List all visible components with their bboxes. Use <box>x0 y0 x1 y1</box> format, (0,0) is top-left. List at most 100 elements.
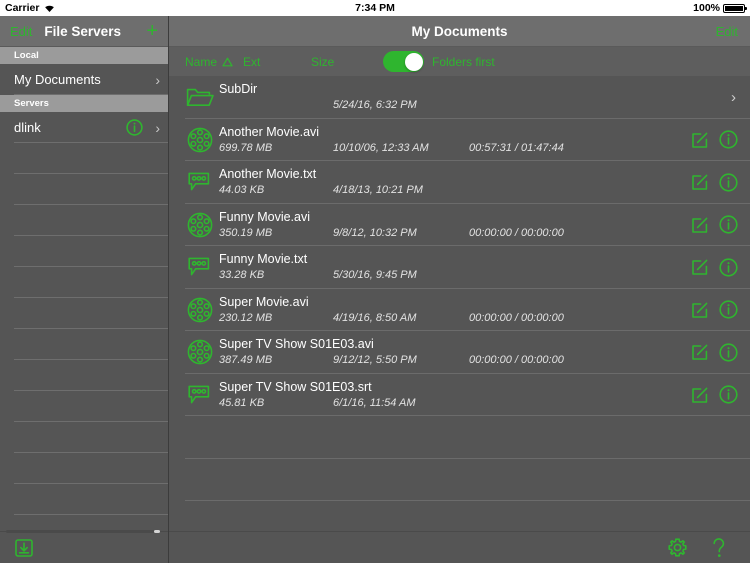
folders-first-toggle[interactable] <box>383 51 424 72</box>
app-root: Edit File Servers + Local My Documents ›… <box>0 16 750 563</box>
file-date: 5/30/16, 9:45 PM <box>333 269 417 282</box>
sidebar-list: Local My Documents › Servers dlink › <box>0 47 168 531</box>
file-list-empty-rows <box>169 416 750 531</box>
info-circle-icon[interactable] <box>126 119 144 136</box>
table-row[interactable]: Funny Movie.txt 33.28 KB 5/30/16, 9:45 P… <box>169 246 750 289</box>
file-size: 350.19 MB <box>219 226 273 239</box>
table-row[interactable]: Another Movie.avi 699.78 MB 10/10/06, 12… <box>169 119 750 162</box>
file-meta: 387.49 MB 9/12/12, 5:50 PM 00:00:00 / 00… <box>219 352 691 368</box>
edit-square-icon[interactable] <box>691 216 709 234</box>
sidebar-navbar: Edit File Servers + <box>0 16 168 47</box>
info-circle-icon[interactable] <box>719 215 738 234</box>
sidebar-empty-row <box>0 422 168 453</box>
info-circle-icon[interactable] <box>719 300 738 319</box>
status-bar-time: 7:34 PM <box>355 2 395 14</box>
sidebar-item-dlink[interactable]: dlink › <box>0 112 168 143</box>
info-circle-icon[interactable] <box>719 385 738 404</box>
page-title: My Documents <box>411 23 508 39</box>
table-row[interactable]: Funny Movie.avi 350.19 MB 9/8/12, 10:32 … <box>169 204 750 247</box>
file-duration: 00:00:00 / 00:00:00 <box>469 311 564 324</box>
file-size: 230.12 MB <box>219 311 273 324</box>
file-date: 9/12/12, 5:50 PM <box>333 354 417 367</box>
table-row[interactable]: SubDir 5/24/16, 6:32 PM › <box>169 76 750 119</box>
file-row-text: Super TV Show S01E03.srt 45.81 KB 6/1/16… <box>215 374 691 417</box>
subtitle-bubble-icon <box>185 256 215 278</box>
chevron-right-icon[interactable]: › <box>731 89 738 106</box>
file-meta: 230.12 MB 4/19/16, 8:50 AM 00:00:00 / 00… <box>219 310 691 326</box>
sort-by-ext-button[interactable]: Ext <box>243 55 311 69</box>
file-meta: 44.03 KB 4/18/13, 10:21 PM <box>219 182 691 198</box>
file-meta: 45.81 KB 6/1/16, 11:54 AM <box>219 395 691 411</box>
info-circle-icon[interactable] <box>719 173 738 192</box>
sidebar-empty-row <box>0 391 168 422</box>
sidebar-toolbar <box>0 531 168 563</box>
file-meta: 33.28 KB 5/30/16, 9:45 PM <box>219 267 691 283</box>
sidebar-edit-button[interactable]: Edit <box>10 24 32 39</box>
sidebar-item-label: dlink <box>14 120 41 135</box>
edit-square-icon[interactable] <box>691 173 709 191</box>
main-edit-button[interactable]: Edit <box>716 24 738 39</box>
sort-by-size-button[interactable]: Size <box>311 55 383 69</box>
info-circle-icon[interactable] <box>719 343 738 362</box>
table-row[interactable]: Super Movie.avi 230.12 MB 4/19/16, 8:50 … <box>169 289 750 332</box>
info-circle-icon[interactable] <box>719 258 738 277</box>
file-name: SubDir <box>219 82 258 97</box>
file-name: Another Movie.txt <box>219 167 317 182</box>
sidebar-empty-row <box>0 298 168 329</box>
file-empty-row <box>169 501 750 531</box>
file-row-text: SubDir 5/24/16, 6:32 PM <box>215 76 731 119</box>
film-reel-icon <box>185 297 215 323</box>
download-icon[interactable] <box>14 538 34 558</box>
sort-toolbar: Name Ext Size Folders first <box>169 47 750 76</box>
file-row-text: Super Movie.avi 230.12 MB 4/19/16, 8:50 … <box>215 289 691 332</box>
sidebar-section-header-servers: Servers <box>0 95 168 112</box>
chevron-right-icon: › <box>155 71 160 88</box>
table-row[interactable]: Super TV Show S01E03.avi 387.49 MB 9/12/… <box>169 331 750 374</box>
file-empty-row <box>169 459 750 502</box>
gear-icon[interactable] <box>667 537 688 558</box>
edit-square-icon[interactable] <box>691 131 709 149</box>
folders-first-label: Folders first <box>432 54 495 69</box>
file-size: 45.81 KB <box>219 396 265 409</box>
sidebar-empty-row <box>0 360 168 391</box>
file-row-text: Super TV Show S01E03.avi 387.49 MB 9/12/… <box>215 331 691 374</box>
sidebar-section-header-local: Local <box>0 47 168 64</box>
file-name: Another Movie.avi <box>219 124 320 139</box>
battery-percent-label: 100% <box>693 2 720 14</box>
file-size: 699.78 MB <box>219 141 273 154</box>
file-meta: 350.19 MB 9/8/12, 10:32 PM 00:00:00 / 00… <box>219 225 691 241</box>
file-name: Funny Movie.avi <box>219 209 311 224</box>
edit-square-icon[interactable] <box>691 301 709 319</box>
file-empty-row <box>169 416 750 459</box>
edit-square-icon[interactable] <box>691 258 709 276</box>
subtitle-bubble-icon <box>185 171 215 193</box>
status-bar-right: 100% <box>693 2 747 14</box>
file-date: 10/10/06, 12:33 AM <box>333 141 429 154</box>
edit-square-icon[interactable] <box>691 386 709 404</box>
film-reel-icon <box>185 127 215 153</box>
status-bar: Carrier 7:34 PM 100% <box>0 0 750 16</box>
battery-full-icon <box>723 3 747 13</box>
main-panel: My Documents Edit Name Ext Size Folders … <box>169 16 750 563</box>
sidebar-item-label: My Documents <box>14 72 101 87</box>
file-date: 9/8/12, 10:32 PM <box>333 226 417 239</box>
file-row-text: Funny Movie.txt 33.28 KB 5/30/16, 9:45 P… <box>215 246 691 289</box>
file-date: 6/1/16, 11:54 AM <box>333 396 416 409</box>
file-row-actions <box>691 385 738 404</box>
file-list: SubDir 5/24/16, 6:32 PM › Another Movie.… <box>169 76 750 531</box>
sort-size-label: Size <box>311 54 335 69</box>
sidebar-scrollbar[interactable] <box>6 530 160 533</box>
sidebar-empty-rows <box>0 143 168 515</box>
file-size: 33.28 KB <box>219 269 265 282</box>
plus-icon[interactable]: + <box>146 21 158 41</box>
sidebar-item-my-documents[interactable]: My Documents › <box>0 64 168 95</box>
table-row[interactable]: Super TV Show S01E03.srt 45.81 KB 6/1/16… <box>169 374 750 417</box>
file-row-actions <box>691 173 738 192</box>
file-date: 5/24/16, 6:32 PM <box>333 99 417 112</box>
edit-square-icon[interactable] <box>691 343 709 361</box>
question-mark-icon[interactable] <box>710 537 728 559</box>
sidebar-empty-row <box>0 174 168 205</box>
info-circle-icon[interactable] <box>719 130 738 149</box>
sort-by-name-button[interactable]: Name <box>185 55 243 69</box>
table-row[interactable]: Another Movie.txt 44.03 KB 4/18/13, 10:2… <box>169 161 750 204</box>
